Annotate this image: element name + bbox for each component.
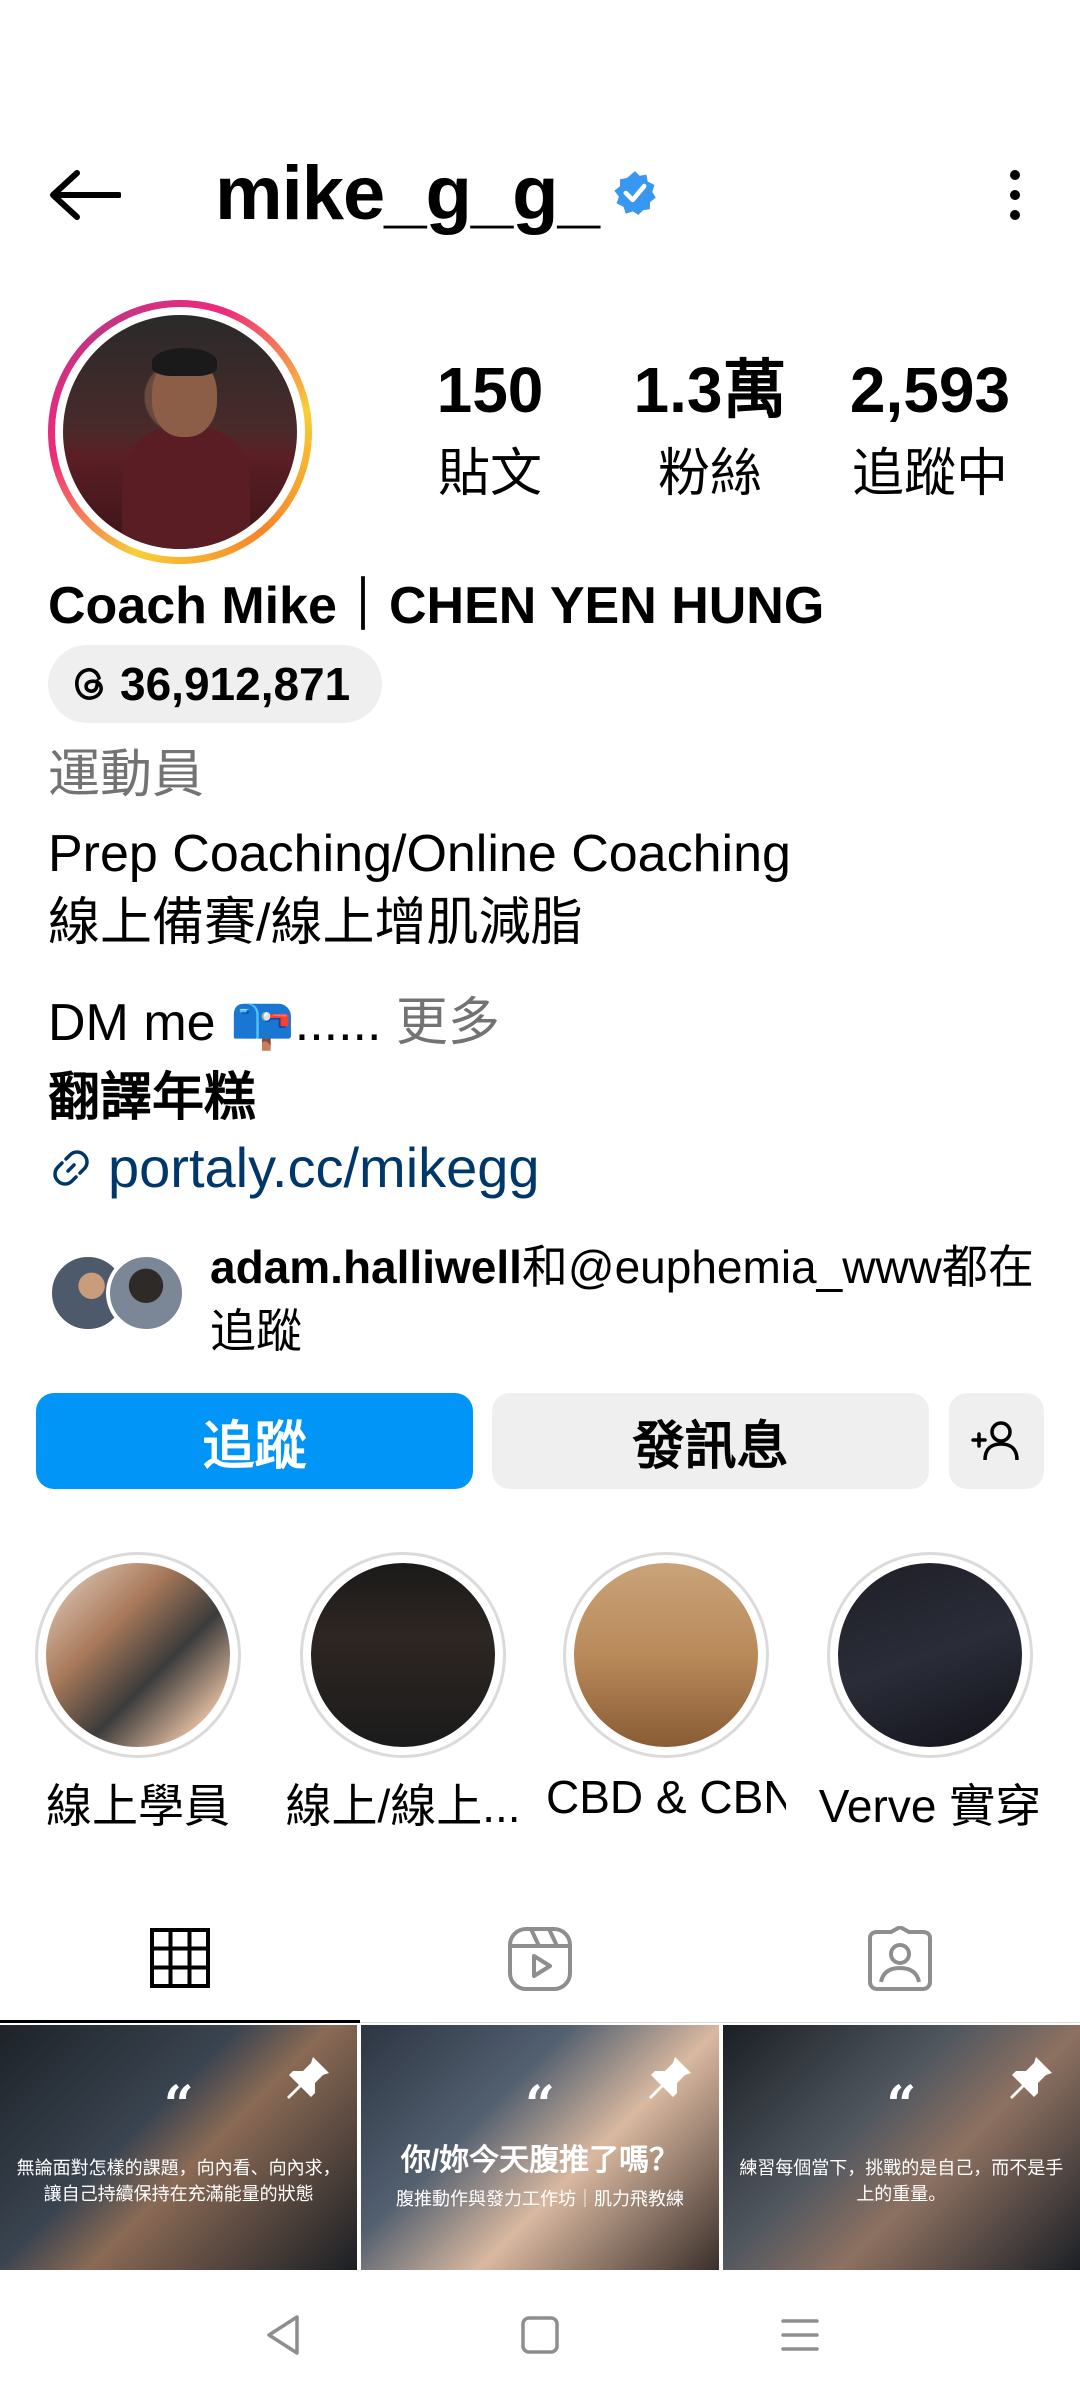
stat-label: 追蹤中: [851, 445, 1008, 504]
highlight-item[interactable]: 線上學員: [18, 1552, 258, 1836]
highlight-label: 線上學員: [46, 1780, 230, 1832]
quote-icon: “: [525, 2075, 555, 2136]
profile-header: mike_g_g_: [0, 140, 1080, 250]
highlight-item[interactable]: 線上/線上...: [283, 1552, 523, 1836]
post-thumbnail[interactable]: “ 練習每個當下，挑戰的是自己，而不是手上的重量。: [722, 2025, 1080, 2270]
bio-line: 線上備賽/線上增肌減脂: [48, 894, 583, 952]
highlight-label: 線上/線上...: [285, 1780, 521, 1832]
tab-tagged[interactable]: [720, 1895, 1080, 2023]
highlight-item[interactable]: CBD & CBN: [546, 1552, 786, 1824]
profile-actions: 追蹤 發訊息: [36, 1393, 1044, 1489]
threads-badge[interactable]: 36,912,871: [48, 645, 383, 723]
verified-badge-icon: [614, 171, 656, 215]
follow-button[interactable]: 追蹤: [36, 1393, 473, 1489]
profile-category: 運動員: [48, 746, 205, 804]
message-button[interactable]: 發訊息: [492, 1393, 929, 1489]
translate-link[interactable]: 翻譯年糕: [48, 1055, 256, 1130]
bio-line-with-more: DM me 📪...... 更多: [48, 980, 500, 1055]
followed-by-user: adam.halliwell: [210, 1241, 522, 1293]
more-options-button[interactable]: [990, 160, 1040, 230]
stat-value: 150: [436, 354, 544, 426]
menu-icon: [781, 2319, 819, 2351]
stat-following[interactable]: 2,593 追蹤中: [820, 355, 1040, 506]
grid-icon: [150, 1927, 210, 1988]
post-thumbnail[interactable]: “ 無論面對怎樣的課題，向內看、向內求，讓自己持續保持在充滿能量的狀態: [0, 2025, 358, 2270]
bio-line: DM me 📪......: [48, 994, 382, 1052]
stat-followers[interactable]: 1.3萬 粉絲: [600, 355, 820, 506]
followed-by-text: adam.halliwell和@euphemia_www都在追蹤: [210, 1235, 1070, 1363]
suggested-users-button[interactable]: [949, 1393, 1044, 1489]
pin-icon: [648, 2057, 691, 2099]
tagged-user-icon: [868, 1926, 932, 1991]
followed-by-row[interactable]: adam.halliwell和@euphemia_www都在追蹤: [48, 1235, 1038, 1357]
stat-label: 貼文: [437, 445, 542, 504]
highlight-cover: [46, 1563, 230, 1747]
post-caption-overlay: 練習每個當下，挑戰的是自己，而不是手上的重量。: [739, 2158, 1064, 2204]
highlight-label: Verve 實穿: [818, 1780, 1042, 1832]
threads-icon: [75, 667, 103, 700]
posts-grid: “ 無論面對怎樣的課題，向內看、向內求，讓自己持續保持在充滿能量的狀態 “ 你/…: [0, 2025, 1080, 2270]
profile-full-name: Coach Mike｜CHEN YEN HUNG: [48, 577, 825, 635]
profile-username: mike_g_g_: [215, 151, 600, 236]
square-home-icon: [521, 2316, 559, 2354]
bio-more-link[interactable]: 更多: [381, 994, 500, 1052]
reels-icon: [508, 1927, 572, 1991]
highlight-item[interactable]: Verve 實穿: [810, 1552, 1050, 1836]
stat-label: 粉絲: [657, 445, 762, 504]
story-highlights: 線上學員 線上/線上... CBD & CBN Verve 實穿: [0, 1552, 1080, 1832]
add-person-icon: [970, 1421, 1019, 1461]
pin-icon: [1009, 2057, 1052, 2099]
profile-avatar: [63, 315, 297, 549]
highlight-cover: [311, 1563, 495, 1747]
tab-reels[interactable]: [360, 1895, 720, 2023]
profile-stats: 150 貼文 1.3萬 粉絲 2,593 追蹤中: [380, 355, 1040, 506]
profile-link[interactable]: portaly.cc/mikegg: [48, 1135, 540, 1200]
profile-tabs: [0, 1895, 1080, 2023]
arrow-left-icon: [50, 170, 121, 220]
nav-back-button[interactable]: [243, 2300, 323, 2370]
triangle-back-icon: [267, 2315, 299, 2355]
nav-home-button[interactable]: [500, 2300, 580, 2370]
follower-avatar: [106, 1253, 186, 1333]
post-thumbnail[interactable]: “ 你/妳今天腹推了嗎？ 腹推動作與發力工作坊｜肌力飛教練: [361, 2025, 719, 2270]
post-subtitle-overlay: 腹推動作與發力工作坊｜肌力飛教練: [395, 2189, 684, 2209]
tab-posts-grid[interactable]: [0, 1895, 360, 2023]
threads-count: 36,912,871: [120, 658, 351, 710]
profile-link-text: portaly.cc/mikegg: [108, 1136, 540, 1199]
post-title-overlay: 你/妳今天腹推了嗎？: [400, 2144, 680, 2177]
profile-avatar-story-ring[interactable]: [48, 300, 312, 564]
system-navigation-bar: [0, 2270, 1080, 2400]
highlight-cover: [574, 1563, 758, 1747]
nav-menu-button[interactable]: [760, 2300, 840, 2370]
quote-icon: “: [886, 2075, 917, 2136]
more-vertical-icon: [1010, 170, 1020, 220]
back-button[interactable]: [40, 160, 130, 230]
stat-posts[interactable]: 150 貼文: [380, 355, 600, 506]
pin-icon: [287, 2057, 330, 2099]
stat-value: 1.3萬: [633, 354, 787, 426]
post-caption-overlay: 無論面對怎樣的課題，向內看、向內求，讓自己持續保持在充滿能量的狀態: [16, 2158, 341, 2204]
highlight-label: CBD & CBN: [546, 1771, 786, 1823]
quote-icon: “: [163, 2075, 194, 2136]
highlight-cover: [838, 1563, 1022, 1747]
bio-line: Prep Coaching/Online Coaching: [48, 825, 791, 883]
stat-value: 2,593: [849, 354, 1011, 426]
link-icon: [53, 1149, 89, 1186]
